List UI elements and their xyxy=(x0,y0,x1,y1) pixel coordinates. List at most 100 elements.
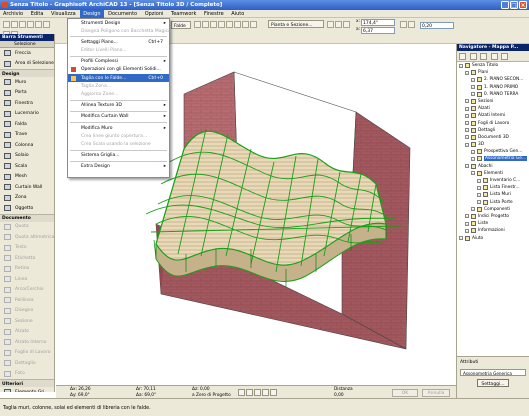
expand-toggle-icon[interactable]: - xyxy=(465,214,469,219)
expand-toggle-icon[interactable]: - xyxy=(471,77,475,82)
tree-item-1-piano-primo[interactable]: - 1. PIANO PRIMO xyxy=(457,84,529,91)
tree-item-fogli-di-lavoro[interactable]: - Fogli di Lavoro xyxy=(457,120,529,127)
tree-item-senza-titolo[interactable]: - Senza Titolo xyxy=(457,62,529,69)
expand-toggle-icon[interactable]: - xyxy=(477,200,481,205)
expand-toggle-icon[interactable]: - xyxy=(471,92,475,97)
tree-item-lista-finestr[interactable]: - Lista Finestr... xyxy=(457,184,529,191)
tree-item-inventario-c[interactable]: - Inventario C... xyxy=(457,177,529,184)
rect-tool-button[interactable] xyxy=(226,21,233,28)
expand-toggle-icon[interactable]: - xyxy=(465,221,469,226)
tool-freccia[interactable]: Freccia xyxy=(0,48,54,59)
tree-item-dettagli[interactable]: - Dettagli xyxy=(457,127,529,134)
fit-window-icon[interactable] xyxy=(254,389,261,396)
tool-disegno[interactable]: Disegno xyxy=(0,306,54,317)
tool-quota-altimetrica[interactable]: Quota altimetrica xyxy=(0,232,54,243)
expand-toggle-icon[interactable]: - xyxy=(465,70,469,75)
tree-item-documenti-3d[interactable]: - Documenti 3D xyxy=(457,134,529,141)
settings-button[interactable]: Settaggi... xyxy=(477,379,509,387)
menu-documento[interactable]: Documento xyxy=(105,10,140,18)
toolbox-group-documento[interactable]: Documento xyxy=(0,213,54,222)
tree-item-2-piano-secon[interactable]: - 2. PIANO SECON... xyxy=(457,76,529,83)
snap-button[interactable] xyxy=(250,21,257,28)
menu-item-profili-complessi[interactable]: Profili Complessi ▸ xyxy=(68,58,169,66)
expand-toggle-icon[interactable]: - xyxy=(465,99,469,104)
tree-item-piani[interactable]: - Piani xyxy=(457,69,529,76)
menu-edita[interactable]: Edita xyxy=(28,10,47,18)
menu-item-modifica-muro[interactable]: Modifica Muro ▸ xyxy=(68,124,169,132)
tool-colonna[interactable]: Colonna xyxy=(0,140,54,151)
tool-linea[interactable]: Linea xyxy=(0,274,54,285)
zoom-out-icon[interactable] xyxy=(246,389,253,396)
toolbox-group-design[interactable]: Design xyxy=(0,69,54,77)
menu-item-settaggi-piano[interactable]: Settaggi Piano... Ctrl+7 xyxy=(68,38,169,46)
menu-item-disegna-poligono-con-bacchetta-magica[interactable]: Disegna Poligono con Bacchetta Magica xyxy=(68,27,171,35)
expand-toggle-icon[interactable]: - xyxy=(459,63,463,68)
view-option-3-button[interactable] xyxy=(343,21,350,28)
tool-quota[interactable]: Quota xyxy=(0,222,54,233)
menu-teamwork[interactable]: Teamwork xyxy=(168,10,199,18)
arc-tool-button[interactable] xyxy=(210,21,217,28)
menu-design[interactable]: Design xyxy=(80,10,104,18)
expand-toggle-icon[interactable]: - xyxy=(471,85,475,90)
tool-solaio[interactable]: Solaio xyxy=(0,151,54,162)
tree-item-assonometria-ge[interactable]: - Assonometria Ge... xyxy=(457,155,529,162)
tool-alzato[interactable]: Alzato xyxy=(0,327,54,338)
tool-lucernario[interactable]: Lucernario xyxy=(0,109,54,120)
expand-toggle-icon[interactable]: - xyxy=(471,207,475,212)
tool-falda[interactable]: Falda xyxy=(0,119,54,130)
tree-item-lista-porte[interactable]: - Lista Porte xyxy=(457,199,529,206)
menu-item-sistema-griglia[interactable]: Sistema Griglia... xyxy=(68,152,169,160)
tool-sezione[interactable]: Sezione xyxy=(0,316,54,327)
cancel-button[interactable]: Annulla xyxy=(422,389,450,397)
line-tool-button[interactable] xyxy=(202,21,209,28)
expand-toggle-icon[interactable]: - xyxy=(471,171,475,176)
tree-item-alzati[interactable]: - Alzati xyxy=(457,105,529,112)
toggle-a-button[interactable] xyxy=(400,21,407,28)
expand-toggle-icon[interactable]: - xyxy=(471,156,475,161)
toolbox-group-ulteriori[interactable]: Ulteriori xyxy=(0,379,54,387)
tool-polilinea[interactable]: Polilinea xyxy=(0,295,54,306)
print-button[interactable] xyxy=(27,21,34,28)
tool-foto[interactable]: Foto xyxy=(0,369,54,380)
expand-toggle-icon[interactable]: - xyxy=(471,149,475,154)
expand-toggle-icon[interactable]: - xyxy=(465,228,469,233)
menu-item-aggiorna-zone[interactable]: Aggiorna Zone... xyxy=(68,91,169,99)
maximize-button[interactable]: □ xyxy=(510,1,518,9)
menu-item-strumenti-design[interactable]: Strumenti Design ▸ xyxy=(68,19,169,27)
toggle-b-button[interactable] xyxy=(408,21,415,28)
tree-item-3d[interactable]: - 3D xyxy=(457,141,529,148)
length-field[interactable]: 6,37 xyxy=(361,27,395,34)
expand-toggle-icon[interactable]: - xyxy=(465,142,469,147)
tree-item-aiuto[interactable]: - Aiuto xyxy=(457,235,529,242)
menu-item-taglia-zona[interactable]: Taglia Zona... xyxy=(68,82,169,90)
tool-mesh[interactable]: Mesh xyxy=(0,172,54,183)
expand-toggle-icon[interactable]: - xyxy=(465,135,469,140)
ok-button[interactable]: OK xyxy=(392,389,418,397)
offset-field[interactable]: 0,20 xyxy=(420,22,454,29)
menu-item-crea-linee-giunto-copertura[interactable]: Crea linee giunto copertura... xyxy=(68,132,169,140)
menu-item-modifica-curtain-wall[interactable]: Modifica Curtain Wall ▸ xyxy=(68,113,169,121)
tree-item-indici-progetto[interactable]: - Indici Progetto xyxy=(457,213,529,220)
tree-item-prospettiva-gen[interactable]: - Prospettiva Gen... xyxy=(457,148,529,155)
tree-item-elementi[interactable]: - Elementi xyxy=(457,170,529,177)
expand-toggle-icon[interactable]: - xyxy=(477,178,481,183)
grid-button[interactable] xyxy=(242,21,249,28)
new-file-button[interactable] xyxy=(3,21,10,28)
tool-porta[interactable]: Porta xyxy=(0,88,54,99)
tool-elemento-gri[interactable]: Elemento Gri... xyxy=(0,387,54,392)
tool-dettaglio[interactable]: Dettaglio xyxy=(0,358,54,369)
tool-oggetto[interactable]: Oggetto xyxy=(0,203,54,214)
falde-dropdown[interactable]: Falde xyxy=(171,21,191,29)
tool-etichetta[interactable]: Etichetta xyxy=(0,253,54,264)
tool-area-di-selezione[interactable]: Area di Selezione xyxy=(0,59,54,70)
cut-button[interactable] xyxy=(35,21,42,28)
tree-item-alzati-interni[interactable]: - Alzati Interni xyxy=(457,112,529,119)
view-option-1-button[interactable] xyxy=(327,21,334,28)
view-type-field[interactable]: Assonometria Generica xyxy=(460,369,526,376)
angle-field[interactable]: 174,4° xyxy=(361,19,395,26)
menu-item-allinea-texture-3d[interactable]: Allinea Texture 3D ▸ xyxy=(68,102,169,110)
tool-scala[interactable]: Scala xyxy=(0,161,54,172)
tool-arco-cerchio[interactable]: Arco/Cerchio xyxy=(0,285,54,296)
wall-tool-button[interactable] xyxy=(194,21,201,28)
expand-toggle-icon[interactable]: - xyxy=(465,113,469,118)
